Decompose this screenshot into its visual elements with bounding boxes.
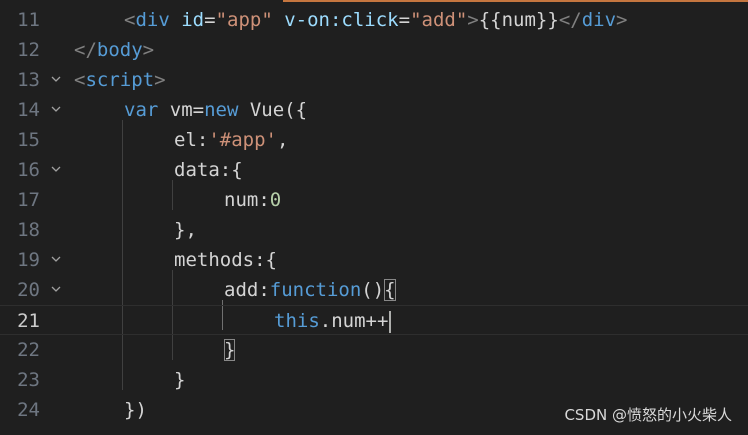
code-token: {{num}} [478, 9, 559, 31]
code-token: > [154, 69, 166, 91]
code-token: num: [224, 189, 270, 211]
line-number: 17 [17, 189, 40, 211]
line-number: 22 [17, 339, 40, 361]
chevron-down-icon[interactable] [49, 245, 63, 275]
line-number: 11 [17, 9, 40, 31]
code-token: () [361, 279, 385, 301]
code-line[interactable]: 17 num:0 [0, 185, 748, 215]
code-token: add: [224, 279, 270, 301]
code-text[interactable]: add:function(){ [224, 275, 396, 305]
code-token: > [142, 39, 155, 61]
line-number: 19 [17, 249, 40, 271]
code-text[interactable]: }, [174, 215, 197, 245]
code-line[interactable]: 13 <script> [0, 65, 748, 95]
code-text[interactable]: <div id="app" v-on:click="add">{{num}}</… [124, 5, 627, 35]
code-line[interactable]: 18}, [0, 215, 748, 245]
code-token: }) [124, 399, 147, 421]
code-token: </ [558, 9, 582, 31]
code-text[interactable]: data:{ [174, 155, 243, 185]
code-text[interactable]: }) [124, 395, 147, 425]
code-token: div [135, 9, 170, 31]
code-token: id [181, 9, 205, 31]
code-line[interactable]: 22} [0, 335, 748, 365]
code-text[interactable]: num:0 [224, 185, 281, 215]
code-token: Vue({ [238, 99, 308, 121]
code-token: } [174, 369, 186, 391]
line-number: 14 [17, 99, 40, 121]
line-number: 12 [17, 39, 40, 61]
code-line[interactable]: 15 el:'#app', [0, 125, 748, 155]
code-token: '#app' [208, 129, 277, 151]
code-token: this [274, 310, 320, 332]
line-number: 24 [17, 399, 40, 421]
code-token: body [96, 39, 143, 61]
matched-bracket: { [384, 279, 396, 301]
line-number: 18 [17, 219, 40, 241]
code-token: , [276, 129, 289, 151]
code-line[interactable]: 20 add:function(){ [0, 275, 748, 305]
code-token: }, [174, 219, 197, 241]
code-line[interactable]: 23} [0, 365, 748, 395]
code-token: "app" [215, 9, 273, 31]
code-text[interactable]: this.num++ [274, 306, 392, 336]
code-token: "add" [410, 9, 468, 31]
scroll-shadow-line [283, 0, 748, 2]
code-text[interactable]: } [174, 365, 185, 395]
text-cursor [389, 310, 392, 333]
code-line[interactable]: 16 data:{ [0, 155, 748, 185]
line-number: 15 [17, 129, 40, 151]
code-token: > [467, 9, 479, 31]
line-number: 16 [17, 159, 40, 181]
watermark: CSDN @愤怒的小火柴人 [564, 406, 732, 424]
code-token: data:{ [174, 159, 243, 181]
code-text[interactable]: <script> [74, 65, 166, 95]
code-token: < [124, 9, 136, 31]
line-number: 20 [17, 279, 40, 301]
line-number: 21 [17, 310, 40, 332]
matched-bracket: } [224, 339, 236, 361]
code-token: new [204, 99, 239, 121]
code-text[interactable]: var vm=new Vue({ [124, 95, 307, 125]
code-token: = [204, 9, 216, 31]
code-text[interactable]: </body> [74, 35, 154, 65]
code-token: = [398, 9, 411, 31]
code-line[interactable]: 21 this.num++ [0, 305, 748, 335]
code-line[interactable]: 19 methods:{ [0, 245, 748, 275]
code-editor[interactable]: 11 <div id="app" v-on:click="add">{{num}}… [0, 0, 748, 435]
code-token: vm= [158, 99, 205, 121]
chevron-down-icon[interactable] [49, 65, 63, 95]
code-token: el: [174, 129, 209, 151]
code-text[interactable]: } [224, 335, 236, 365]
code-text[interactable]: methods:{ [174, 245, 277, 275]
code-token: var [124, 99, 159, 121]
code-token: < [74, 69, 86, 91]
code-token: methods:{ [174, 249, 277, 271]
code-token: function [269, 279, 362, 301]
code-token: </ [74, 39, 97, 61]
code-token: v-on:click [284, 9, 399, 31]
code-token: 0 [269, 189, 282, 211]
code-token: script [85, 69, 155, 91]
code-text[interactable]: el:'#app', [174, 125, 288, 155]
code-token: .num++ [319, 310, 389, 332]
code-token: div [581, 9, 617, 31]
chevron-down-icon[interactable] [49, 155, 63, 185]
code-line[interactable]: 14 var vm=new Vue({ [0, 95, 748, 125]
line-number: 23 [17, 369, 40, 391]
line-number: 13 [17, 69, 40, 91]
code-line[interactable]: 11 <div id="app" v-on:click="add">{{num}}… [0, 5, 748, 35]
chevron-down-icon[interactable] [49, 275, 63, 305]
chevron-down-icon[interactable] [49, 95, 63, 125]
code-token: > [616, 9, 628, 31]
code-line[interactable]: 12 </body> [0, 35, 748, 65]
